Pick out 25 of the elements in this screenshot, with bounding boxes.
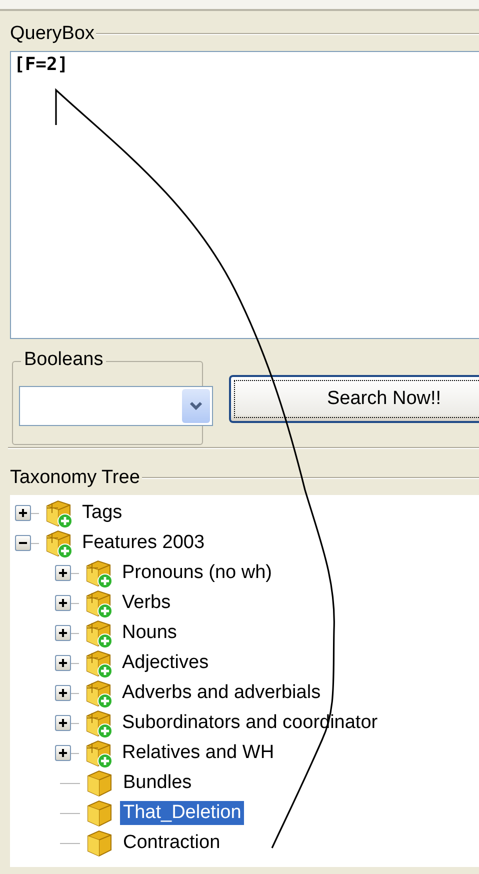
query-field[interactable]: [F=2] xyxy=(10,51,479,339)
tree-item[interactable]: Bundles xyxy=(120,771,195,795)
booleans-dropdown[interactable] xyxy=(19,386,213,426)
expand-toggle[interactable] xyxy=(55,715,71,731)
tree-item[interactable]: Adverbs and adverbials xyxy=(119,681,324,705)
tree-item[interactable]: Tags xyxy=(79,501,126,525)
expand-toggle[interactable] xyxy=(55,595,71,611)
expand-toggle[interactable] xyxy=(15,505,31,521)
group-title: Taxonomy Tree xyxy=(9,467,141,489)
tree-item[interactable]: Contraction xyxy=(120,831,224,855)
expand-toggle[interactable] xyxy=(55,625,71,641)
expand-toggle[interactable] xyxy=(55,655,71,671)
tree-item[interactable]: Adjectives xyxy=(119,651,212,675)
tree-item[interactable]: Relatives and WH xyxy=(119,741,278,765)
collapse-toggle[interactable] xyxy=(15,535,31,551)
group-title: QueryBox xyxy=(9,23,96,45)
expand-toggle[interactable] xyxy=(55,745,71,761)
tree-item[interactable]: That_Deletion xyxy=(120,801,244,825)
tree-item[interactable]: Pronouns (no wh) xyxy=(119,561,275,585)
tree-item[interactable]: Verbs xyxy=(119,591,174,615)
expand-toggle[interactable] xyxy=(55,565,71,581)
tree-item[interactable]: Features 2003 xyxy=(79,531,208,555)
tree-item[interactable]: Nouns xyxy=(119,621,180,645)
search-button[interactable]: Search Now!! xyxy=(229,375,479,423)
expand-toggle[interactable] xyxy=(55,685,71,701)
